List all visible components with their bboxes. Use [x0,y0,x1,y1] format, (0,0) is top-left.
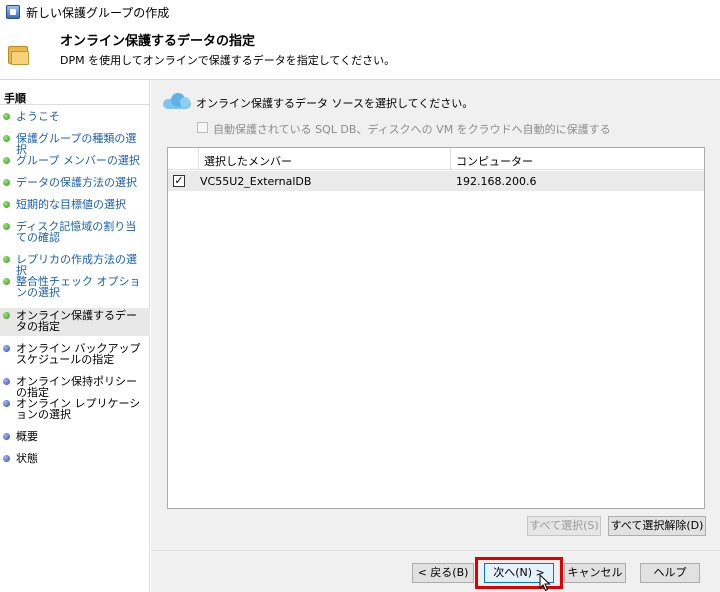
window-title: 新しい保護グループの作成 [26,5,170,20]
step-online-retention[interactable]: オンライン保持ポリシーの指定 [0,376,150,398]
step-protection-method[interactable]: データの保護方法の選択 [0,177,150,188]
step-welcome[interactable]: ようこそ [0,111,150,122]
cloud-icon [163,93,193,109]
table-row[interactable]: ✓ VC55U2_ExternalDB 192.168.200.6 [168,171,704,191]
step-label: 概要 [16,430,38,443]
step-complete-icon [3,179,10,186]
step-online-schedule[interactable]: オンライン バックアップ スケジュールの指定 [0,343,150,365]
step-label: 保護グループの種類の選択 [16,132,137,156]
back-button[interactable]: < 戻る(B) [412,563,474,583]
step-complete-icon [3,135,10,142]
step-label: グループ メンバーの選択 [16,154,140,167]
step-summary[interactable]: 概要 [0,431,150,442]
app-icon [6,5,20,19]
step-pending-icon [3,400,10,407]
computer-cell: 192.168.200.6 [456,175,537,188]
step-pending-icon [3,455,10,462]
wizard-header: オンライン保護するデータの指定 DPM を使用してオンラインで保護するデータを指… [0,24,720,80]
step-label: オンライン保持ポリシーの指定 [16,375,137,399]
step-complete-icon [3,113,10,120]
page-subtitle: DPM を使用してオンラインで保護するデータを指定してください。 [60,54,396,67]
step-group-type[interactable]: 保護グループの種類の選択 [0,133,150,155]
instruction-text: オンライン保護するデータ ソースを選択してください。 [196,97,474,110]
table-header: 選択したメンバー コンピューター [168,148,704,170]
auto-protect-label: 自動保護されている SQL DB、ディスクへの VM をクラウドへ自動的に保護す… [213,123,611,136]
step-complete-icon [3,201,10,208]
member-cell: VC55U2_ExternalDB [200,175,312,188]
step-disk-allocation[interactable]: ディスク記憶域の割り当ての確認 [0,221,150,243]
step-label: オンライン レプリケーションの選択 [16,397,141,421]
cancel-button[interactable]: キャンセル [564,563,626,583]
title-bar: 新しい保護グループの作成 [0,0,720,24]
step-consistency-check[interactable]: 整合性チェック オプションの選択 [0,276,150,298]
column-header-member[interactable]: 選択したメンバー [204,153,292,169]
step-online-replication[interactable]: オンライン レプリケーションの選択 [0,398,150,420]
step-label: レプリカの作成方法の選択 [16,253,137,277]
step-complete-icon [3,256,10,263]
steps-sidebar: 手順 ようこそ 保護グループの種類の選択 グループ メンバーの選択 データの保護… [0,80,150,592]
row-checkbox[interactable]: ✓ [173,175,185,187]
step-status[interactable]: 状態 [0,453,150,464]
main-panel: オンライン保護するデータ ソースを選択してください。 自動保護されている SQL… [151,80,720,550]
step-label: 状態 [16,452,38,465]
step-complete-icon [3,223,10,230]
step-group-members[interactable]: グループ メンバーの選択 [0,155,150,166]
column-header-computer[interactable]: コンピューター [456,153,533,169]
page-title: オンライン保護するデータの指定 [60,34,256,49]
step-label: オンライン保護するデータの指定 [16,309,137,333]
deselect-all-button[interactable]: すべて選択解除(D) [608,516,706,536]
step-replica-creation[interactable]: レプリカの作成方法の選択 [0,254,150,276]
mouse-cursor-icon [539,574,551,592]
data-source-table: 選択したメンバー コンピューター ✓ VC55U2_ExternalDB 192… [167,147,705,509]
select-all-button[interactable]: すべて選択(S) [527,516,601,536]
step-label: 短期的な目標値の選択 [16,198,126,211]
step-label: ようこそ [16,110,60,123]
step-complete-icon [3,157,10,164]
folder-icon [8,44,30,66]
step-label: データの保護方法の選択 [16,176,137,189]
step-current-icon [3,312,10,319]
step-pending-icon [3,378,10,385]
step-label: ディスク記憶域の割り当ての確認 [16,220,137,244]
step-online-data[interactable]: オンライン保護するデータの指定 [0,308,150,336]
step-short-term-goals[interactable]: 短期的な目標値の選択 [0,199,150,210]
column-divider [198,148,199,170]
steps-divider [0,104,150,105]
auto-protect-checkbox[interactable] [197,122,208,133]
step-pending-icon [3,345,10,352]
help-button[interactable]: ヘルプ [640,563,700,583]
step-complete-icon [3,278,10,285]
step-label: 整合性チェック オプションの選択 [16,275,141,299]
column-divider [450,148,451,170]
step-label: オンライン バックアップ スケジュールの指定 [16,342,141,366]
step-pending-icon [3,433,10,440]
